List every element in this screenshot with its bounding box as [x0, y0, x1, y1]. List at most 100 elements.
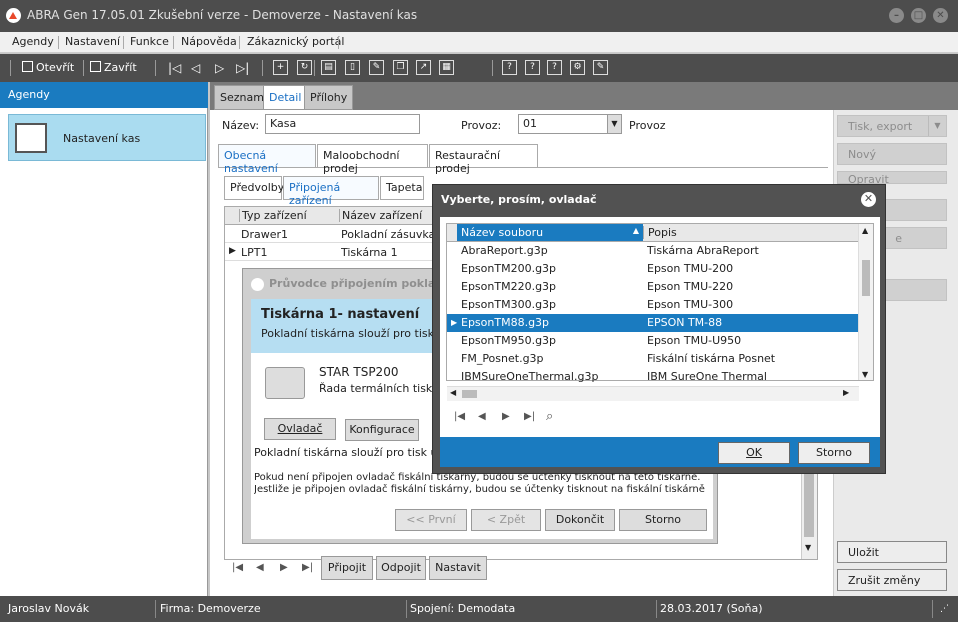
nastavit-button[interactable]: Nastavit [429, 556, 487, 580]
resize-grip-icon[interactable]: ⋰ [940, 600, 949, 618]
first-button[interactable]: << První [395, 509, 467, 531]
title-bar: ABRA Gen 17.05.01 Zkušební verze - Demov… [0, 0, 958, 32]
copy-icon[interactable]: ❐ [393, 60, 408, 75]
dialog-cancel-button[interactable]: Storno [798, 442, 870, 464]
scroll-down-icon[interactable]: ▼ [805, 543, 811, 552]
help-icon[interactable]: ? [502, 60, 517, 75]
first-icon[interactable]: |◀ [232, 562, 243, 573]
new-button[interactable]: Nový [837, 143, 947, 165]
search-icon[interactable]: ⌕ [546, 409, 553, 424]
driver-button[interactable]: Ovladač [264, 418, 336, 440]
list-item[interactable]: ▶ EpsonTM88.g3p EPSON TM-88 [447, 314, 859, 332]
scrollbar-thumb[interactable] [862, 260, 870, 296]
first-record-icon[interactable]: |◁ [168, 60, 181, 76]
tab-predvolby[interactable]: Předvolby [224, 176, 284, 200]
open-button[interactable]: Otevřít [22, 60, 74, 76]
finish-button[interactable]: Dokončit [545, 509, 615, 531]
pripojit-button[interactable]: Připojit [321, 556, 373, 580]
col-typ-zarizeni[interactable]: Typ zařízení [239, 209, 339, 222]
cancel-changes-button[interactable]: Zrušit změny [837, 569, 947, 591]
menu-napoveda[interactable]: Nápověda [181, 35, 237, 48]
menu-agendy[interactable]: Agendy [12, 35, 54, 48]
close-button[interactable]: Zavřít [90, 60, 137, 76]
prev-icon[interactable]: ◀ [478, 411, 486, 422]
close-icon[interactable]: ✕ [933, 8, 948, 23]
prev-icon[interactable]: ◀ [256, 562, 264, 573]
menu-bar: Agendy Nastavení Funkce Nápověda Zákazni… [0, 32, 958, 53]
scroll-left-icon[interactable]: ◀ [450, 388, 456, 397]
row-pointer-icon: ▶ [229, 246, 236, 256]
scroll-down-icon[interactable]: ▼ [862, 370, 868, 379]
help-context-icon[interactable]: ? [525, 60, 540, 75]
odpojit-button[interactable]: Odpojit [376, 556, 426, 580]
dialog-body: Název souboru ▲ Popis AbraReport.g3p Tiská… [440, 217, 880, 437]
next-record-icon[interactable]: ▷ [215, 60, 224, 76]
last-record-icon[interactable]: ▷| [236, 60, 249, 76]
list-item[interactable]: EpsonTM300.g3p Epson TMU-300 [447, 296, 859, 314]
next-icon[interactable]: ▶ [502, 411, 510, 422]
chevron-down-icon[interactable]: ▼ [928, 116, 946, 136]
next-icon[interactable]: ▶ [280, 562, 288, 573]
tab-obecna-nastaveni[interactable]: Obecná nastavení [218, 144, 316, 175]
tab-prilohy[interactable]: Přílohy [304, 85, 354, 110]
list-item[interactable]: IBMSureOneThermal.g3p IBM SureOne Thermal [447, 368, 859, 386]
scroll-up-icon[interactable]: ▲ [862, 226, 868, 235]
print-export-button[interactable]: Tisk, export ▼ [837, 115, 947, 137]
note-icon[interactable]: ✎ [593, 60, 608, 75]
dialog-hscrollbar[interactable]: ◀ ▶ [447, 386, 859, 401]
config-button[interactable]: Konfigurace [345, 419, 419, 441]
hscroll-thumb[interactable] [462, 390, 477, 398]
col-popis[interactable]: Popis [643, 226, 843, 239]
wizard-cancel-button[interactable]: Storno [619, 509, 707, 531]
last-icon[interactable]: ▶| [524, 411, 535, 422]
col-nazev-souboru[interactable]: Název souboru ▲ [457, 224, 643, 241]
save-button[interactable]: Uložit [837, 541, 947, 563]
menu-zakaznicky-portal[interactable]: Zákaznický portál [247, 35, 344, 48]
settings-icon[interactable]: ⚙ [570, 60, 585, 75]
row-pointer-icon: ▶ [451, 318, 458, 327]
print-icon[interactable]: ▤ [321, 60, 336, 75]
chevron-down-icon[interactable]: ▼ [607, 115, 621, 133]
tab-seznam[interactable]: Seznam [214, 85, 270, 110]
wizard-text-3: Jestliže je připojen ovladač fiskální ti… [254, 484, 705, 495]
status-separator [656, 600, 657, 618]
refresh-icon[interactable]: ↻ [297, 60, 312, 75]
menu-funkce[interactable]: Funkce [130, 35, 169, 48]
tab-maloobchodni-prodej[interactable]: Maloobchodní prodej [317, 144, 428, 175]
tab-pripojena-zarizeni[interactable]: Připojená zařízení [283, 176, 379, 207]
list-item[interactable]: FM_Posnet.g3p Fiskální tiskárna Posnet [447, 350, 859, 368]
export-icon[interactable]: ↗ [416, 60, 431, 75]
list-item[interactable]: EpsonTM950.g3p Epson TMU-U950 [447, 332, 859, 350]
close-icon[interactable]: ✕ [861, 192, 876, 207]
status-date: 28.03.2017 (Soňa) [660, 602, 763, 615]
provoz-select[interactable]: 01 ▼ [518, 114, 622, 134]
help-topics-icon[interactable]: ? [547, 60, 562, 75]
menu-nastaveni[interactable]: Nastavení [65, 35, 120, 48]
add-icon[interactable]: + [273, 60, 288, 75]
list-item[interactable]: EpsonTM200.g3p Epson TMU-200 [447, 260, 859, 278]
agenda-item-nastaveni-kas[interactable]: Nastavení kas [8, 114, 206, 161]
name-field[interactable]: Kasa [265, 114, 420, 134]
edit-button[interactable]: Opravit [837, 171, 947, 186]
tab-restauracni-prodej[interactable]: Restaurační prodej [429, 144, 538, 175]
back-button[interactable]: < Zpět [471, 509, 541, 531]
last-icon[interactable]: ▶| [302, 562, 313, 573]
col-nazev-zarizeni[interactable]: Název zařízení [339, 209, 439, 222]
close-doc-icon [90, 61, 101, 72]
agenda-pane [0, 108, 208, 596]
list-item[interactable]: AbraReport.g3p Tiskárna AbraReport [447, 242, 859, 260]
tab-tapeta[interactable]: Tapeta [380, 176, 424, 200]
list-item[interactable]: EpsonTM220.g3p Epson TMU-220 [447, 278, 859, 296]
ok-button[interactable]: OK [718, 442, 790, 464]
tab-detail[interactable]: Detail [263, 85, 308, 110]
minimize-icon[interactable]: – [889, 8, 904, 23]
prev-record-icon[interactable]: ◁ [191, 60, 200, 76]
dialog-vscrollbar[interactable]: ▲ ▼ [858, 224, 873, 380]
first-icon[interactable]: |◀ [454, 411, 465, 422]
calculator-icon[interactable]: ▦ [439, 60, 454, 75]
wizard-text-1: Pokladní tiskárna slouží pro tisk účten [254, 446, 462, 459]
maximize-icon[interactable]: □ [911, 8, 926, 23]
edit-icon[interactable]: ✎ [369, 60, 384, 75]
document-icon[interactable]: ▯ [345, 60, 360, 75]
scroll-right-icon[interactable]: ▶ [843, 388, 849, 397]
